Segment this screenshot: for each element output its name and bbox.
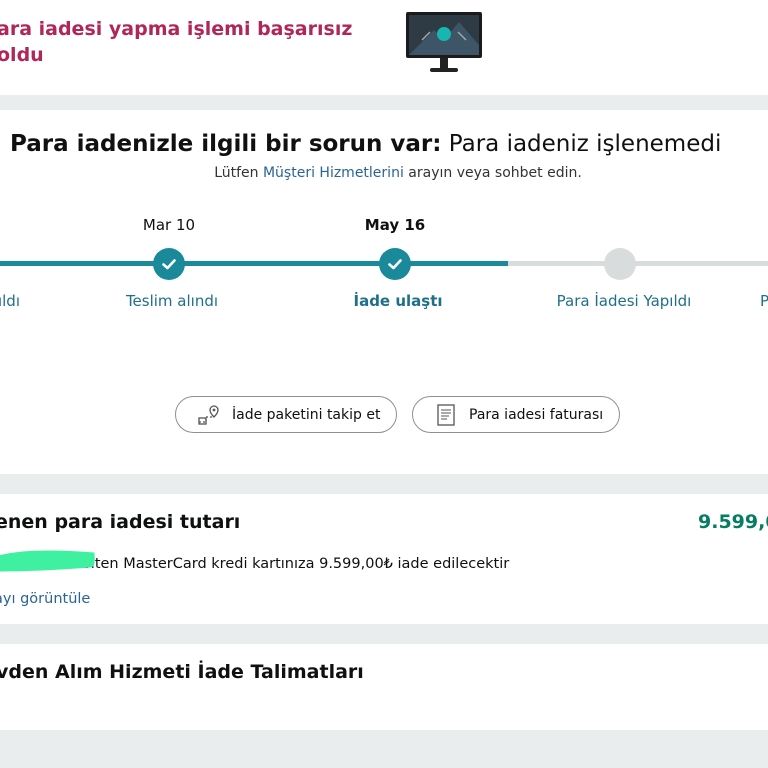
checkmark-icon xyxy=(388,259,402,270)
problem-heading: Para iadenizle ilgili bir sorun var: Par… xyxy=(10,131,722,157)
refund-failed-title: ara iadesi yapma işlemi başarısız oldu xyxy=(0,18,353,66)
package-tracking-icon xyxy=(198,404,219,425)
step-label-delivered: Teslim alındı xyxy=(125,292,219,310)
invoice-icon xyxy=(437,403,455,426)
customer-service-link[interactable]: Müşteri Hizmetlerini xyxy=(263,165,404,181)
step-label-shipped: ıldı xyxy=(0,292,20,310)
step-date-delivered: Mar 10 xyxy=(142,216,196,234)
checkmark-icon xyxy=(162,259,176,270)
refund-invoice-button[interactable]: Para iadesi faturası xyxy=(412,396,621,433)
view-details-link[interactable]: ayı görüntüle xyxy=(0,591,90,607)
step-label-return-received: İade ulaştı xyxy=(353,292,443,310)
step-node-return-received xyxy=(379,248,411,280)
redaction-scribble xyxy=(0,550,95,572)
progress-track-completed xyxy=(0,261,508,266)
step-label-refund-issued: Para İadesi Yapıldı xyxy=(556,292,692,310)
product-thumbnail[interactable] xyxy=(404,10,484,76)
return-instructions-card xyxy=(0,644,768,730)
step-node-refund-issued xyxy=(604,248,636,280)
refund-amount-value: 9.599,0 xyxy=(698,511,768,533)
track-package-label: İade paketini takip et xyxy=(232,406,381,423)
refund-amount-title: enen para iadesi tutarı xyxy=(0,511,241,533)
refund-invoice-label: Para iadesi faturası xyxy=(469,406,604,423)
refund-card-note: ile biten MasterCard kredi kartınıza 9.5… xyxy=(60,556,510,572)
return-instructions-title: vden Alım Hizmeti İade Talimatları xyxy=(0,661,364,683)
track-package-button[interactable]: İade paketini takip et xyxy=(175,396,398,433)
step-date-return-received: May 16 xyxy=(364,216,426,234)
contact-instructions: Lütfen Müşteri Hizmetlerini arayın veya … xyxy=(214,165,582,181)
progress-track-pending xyxy=(508,261,768,266)
step-node-delivered xyxy=(153,248,185,280)
step-label-next: P xyxy=(760,292,768,310)
